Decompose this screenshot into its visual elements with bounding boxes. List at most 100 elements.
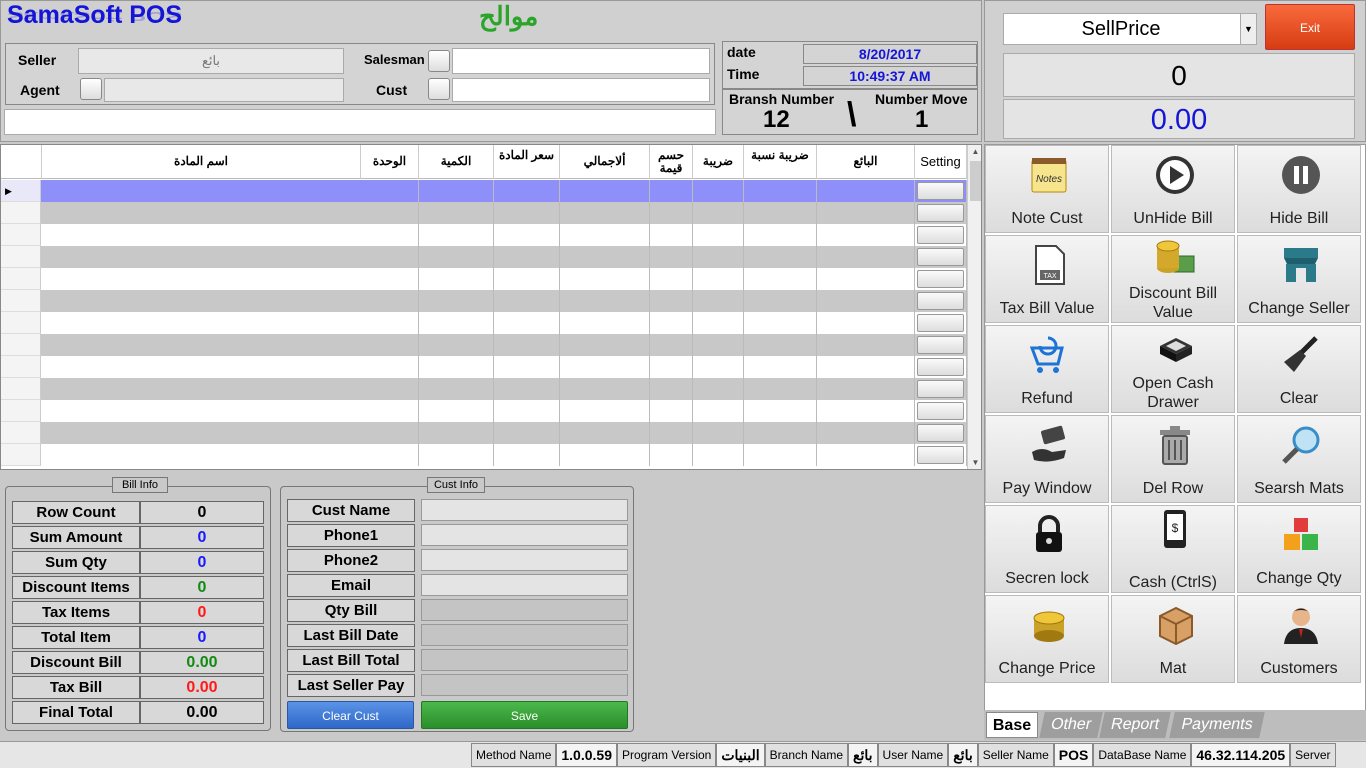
grid-column-header[interactable]: حسم قيمة: [650, 145, 693, 179]
table-cell[interactable]: [494, 202, 560, 224]
table-cell[interactable]: [361, 378, 419, 400]
table-cell[interactable]: [817, 312, 915, 334]
table-cell[interactable]: [693, 400, 744, 422]
table-cell[interactable]: [650, 180, 693, 202]
tab-other[interactable]: Other: [1039, 712, 1103, 738]
cust-checkbox[interactable]: [428, 78, 450, 100]
table-cell[interactable]: [744, 400, 817, 422]
row-setting-button[interactable]: [917, 336, 964, 354]
tool-button-clear[interactable]: Clear: [1237, 325, 1361, 413]
table-cell[interactable]: [817, 400, 915, 422]
row-header[interactable]: [1, 334, 41, 356]
table-cell[interactable]: [650, 334, 693, 356]
scroll-up-icon[interactable]: ▲: [968, 145, 981, 159]
tab-base[interactable]: Base: [986, 712, 1038, 738]
row-header[interactable]: [1, 202, 41, 224]
table-cell[interactable]: [361, 246, 419, 268]
table-cell[interactable]: [744, 334, 817, 356]
grid-column-header[interactable]: Setting: [915, 145, 967, 179]
clear-cust-button[interactable]: Clear Cust: [287, 701, 414, 729]
seller-field[interactable]: بائع: [78, 48, 344, 74]
table-cell[interactable]: [361, 224, 419, 246]
table-cell[interactable]: [744, 202, 817, 224]
salesman-checkbox[interactable]: [428, 50, 450, 72]
cust-info-field[interactable]: [421, 499, 628, 521]
grid-column-header[interactable]: البائع: [817, 145, 915, 179]
cust-info-field[interactable]: [421, 549, 628, 571]
table-cell[interactable]: [650, 290, 693, 312]
table-cell[interactable]: [693, 290, 744, 312]
row-setting-button[interactable]: [917, 270, 964, 288]
table-cell[interactable]: [650, 444, 693, 466]
row-header[interactable]: [1, 246, 41, 268]
table-cell[interactable]: [361, 444, 419, 466]
row-setting-button[interactable]: [917, 248, 964, 266]
tool-button-hide-bill[interactable]: Hide Bill: [1237, 145, 1361, 233]
table-cell[interactable]: [817, 268, 915, 290]
table-cell[interactable]: [650, 356, 693, 378]
table-cell[interactable]: [693, 444, 744, 466]
table-cell[interactable]: [419, 224, 494, 246]
table-cell[interactable]: [744, 268, 817, 290]
table-cell[interactable]: [693, 334, 744, 356]
grid-column-header[interactable]: ضريبة نسبة: [744, 145, 817, 179]
row-setting-button[interactable]: [917, 402, 964, 420]
table-cell[interactable]: [494, 400, 560, 422]
table-cell[interactable]: [419, 400, 494, 422]
tool-button-mat[interactable]: Mat: [1111, 595, 1235, 683]
table-cell[interactable]: [494, 312, 560, 334]
tool-button-tax-bill-value[interactable]: TAX Tax Bill Value: [985, 235, 1109, 323]
table-cell[interactable]: [744, 290, 817, 312]
table-cell[interactable]: [361, 356, 419, 378]
tool-button-secren-lock[interactable]: Secren lock: [985, 505, 1109, 593]
row-header[interactable]: [1, 312, 41, 334]
table-row[interactable]: [1, 444, 967, 466]
table-cell[interactable]: [560, 246, 650, 268]
table-cell[interactable]: [744, 378, 817, 400]
table-cell[interactable]: [419, 378, 494, 400]
table-cell[interactable]: [419, 290, 494, 312]
table-cell[interactable]: [650, 246, 693, 268]
tool-button-note-cust[interactable]: Notes Note Cust: [985, 145, 1109, 233]
barcode-input[interactable]: [4, 109, 716, 135]
row-setting-button[interactable]: [917, 204, 964, 222]
table-cell[interactable]: [744, 444, 817, 466]
table-cell[interactable]: [494, 444, 560, 466]
table-cell[interactable]: [560, 400, 650, 422]
table-row[interactable]: ▶: [1, 180, 967, 202]
row-header[interactable]: [1, 290, 41, 312]
table-cell[interactable]: [744, 224, 817, 246]
table-cell[interactable]: [817, 290, 915, 312]
table-cell[interactable]: [560, 180, 650, 202]
table-cell[interactable]: [361, 312, 419, 334]
grid-column-header[interactable]: ضريبة: [693, 145, 744, 179]
grid-scrollbar[interactable]: ▲ ▼: [967, 145, 981, 469]
table-cell[interactable]: [560, 356, 650, 378]
table-cell[interactable]: [361, 422, 419, 444]
table-cell[interactable]: [494, 290, 560, 312]
table-cell[interactable]: [560, 444, 650, 466]
tool-button-change-qty[interactable]: Change Qty: [1237, 505, 1361, 593]
row-setting-button[interactable]: [917, 380, 964, 398]
row-setting-button[interactable]: [917, 446, 964, 464]
table-cell[interactable]: [494, 356, 560, 378]
row-header[interactable]: ▶: [1, 180, 41, 202]
grid-column-header[interactable]: الكمية: [419, 145, 494, 179]
scroll-down-icon[interactable]: ▼: [968, 456, 981, 469]
table-row[interactable]: [1, 312, 967, 334]
table-row[interactable]: [1, 378, 967, 400]
table-cell[interactable]: [419, 356, 494, 378]
table-cell[interactable]: [650, 312, 693, 334]
table-cell[interactable]: [693, 224, 744, 246]
grid-column-header[interactable]: سعر المادة: [494, 145, 560, 179]
table-row[interactable]: [1, 246, 967, 268]
row-header[interactable]: [1, 444, 41, 466]
save-button[interactable]: Save: [421, 701, 628, 729]
table-cell[interactable]: [560, 422, 650, 444]
table-cell[interactable]: [817, 444, 915, 466]
row-header[interactable]: [1, 224, 41, 246]
tool-button-change-seller[interactable]: Change Seller: [1237, 235, 1361, 323]
agent-field[interactable]: [104, 78, 344, 102]
table-row[interactable]: [1, 334, 967, 356]
tool-button-refund[interactable]: Refund: [985, 325, 1109, 413]
